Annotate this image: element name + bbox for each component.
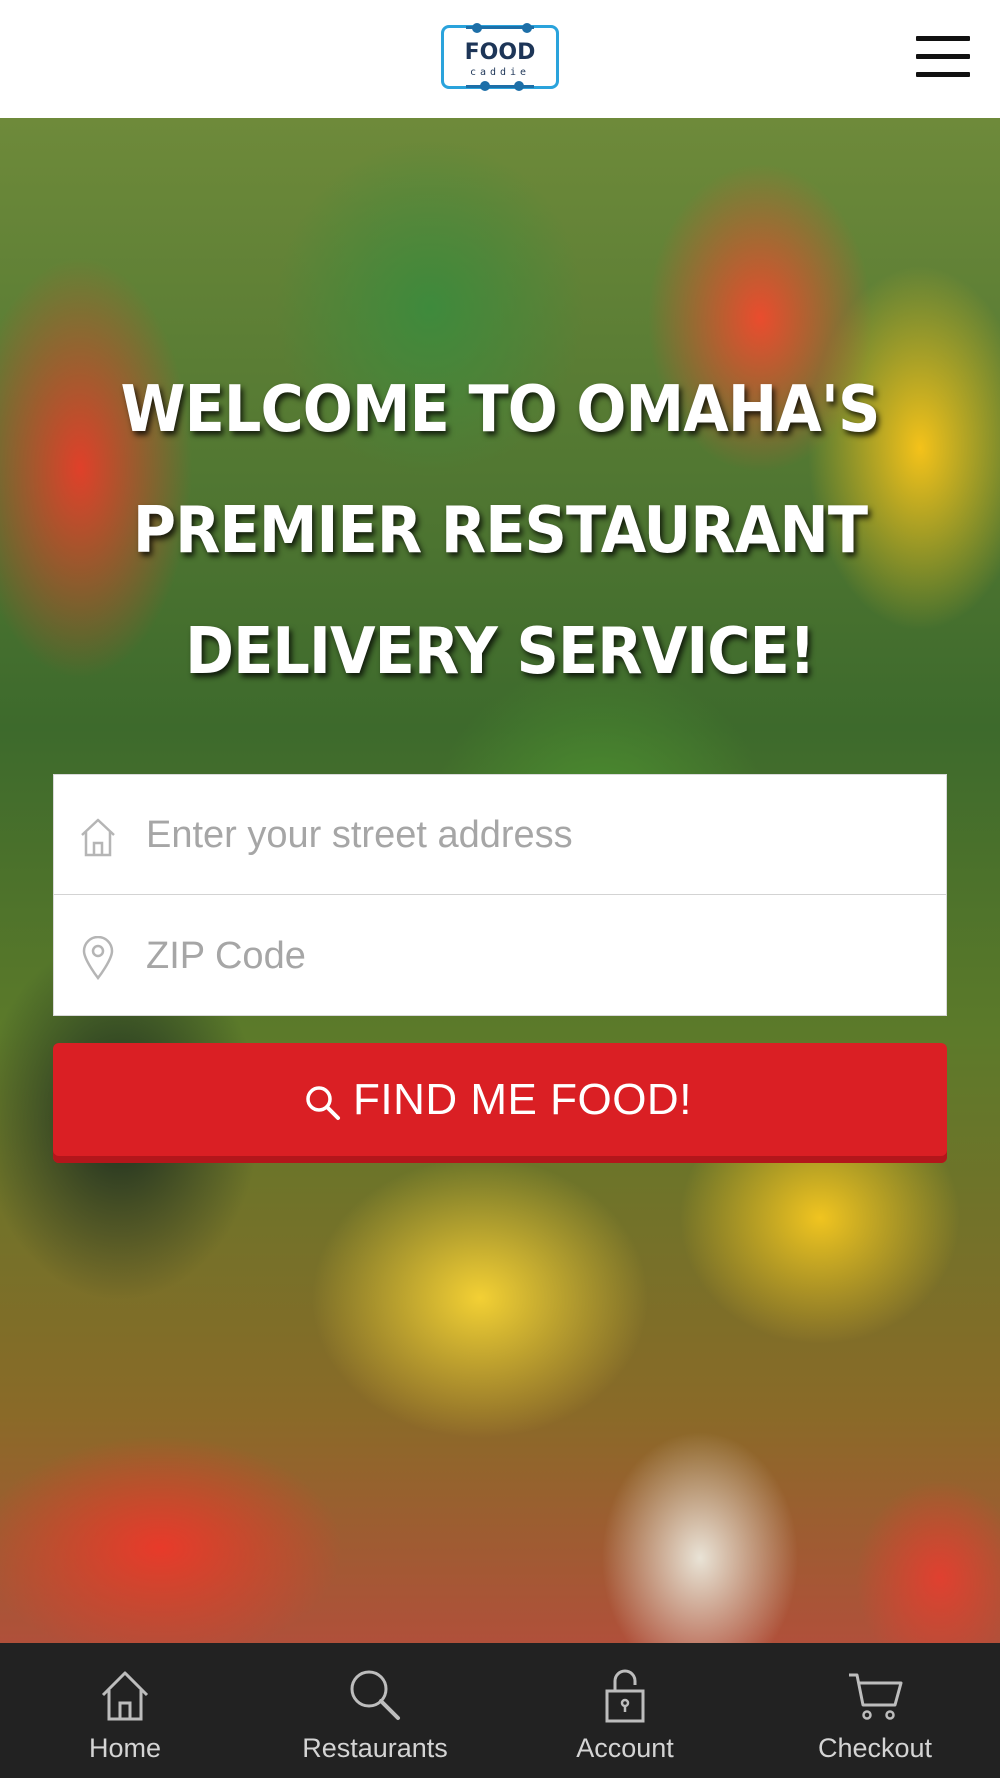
nav-label-home: Home: [88, 1733, 162, 1763]
address-form: [53, 774, 947, 1016]
find-me-food-button[interactable]: FIND ME FOOD!: [53, 1043, 947, 1163]
address-field-row: [54, 775, 946, 895]
headline-line-1: WELCOME TO OMAHA'S: [120, 373, 881, 447]
zip-field-row: [54, 896, 946, 1016]
nav-item-restaurants[interactable]: Restaurants: [250, 1643, 500, 1778]
app-header: FOOD caddie: [0, 0, 1000, 118]
street-address-input[interactable]: [146, 805, 926, 865]
nav-item-home[interactable]: Home: [0, 1643, 250, 1778]
logo-dot: [480, 81, 490, 91]
headline-line-2: PREMIER RESTAURANT: [132, 494, 868, 568]
search-icon: [306, 1086, 340, 1120]
hero-background: WELCOME TO OMAHA'S PREMIER RESTAURANT DE…: [0, 118, 1000, 1643]
home-icon: [101, 1671, 149, 1721]
logo-dot: [522, 23, 532, 33]
nav-item-checkout[interactable]: Checkout: [750, 1643, 1000, 1778]
nav-label-checkout: Checkout: [817, 1733, 933, 1763]
logo-dot: [472, 23, 482, 33]
bottom-navigation: Home Restaurants Account Checkout: [0, 1643, 1000, 1778]
zip-code-input[interactable]: [146, 926, 926, 986]
home-icon: [81, 818, 115, 857]
logo-dot: [514, 81, 524, 91]
shopping-cart-icon: [849, 1673, 903, 1720]
search-icon: [350, 1670, 400, 1720]
nav-label-restaurants: Restaurants: [302, 1733, 448, 1763]
headline-line-3: DELIVERY SERVICE!: [185, 615, 816, 689]
food-caddie-logo[interactable]: FOOD caddie: [441, 23, 559, 91]
nav-label-account: Account: [576, 1733, 674, 1763]
find-button-label: FIND ME FOOD!: [353, 1075, 692, 1124]
logo-subtitle: caddie: [469, 67, 531, 78]
unlocked-padlock-icon: [605, 1669, 645, 1723]
hamburger-menu-icon[interactable]: [916, 36, 970, 78]
hero-headline: WELCOME TO OMAHA'S PREMIER RESTAURANT DE…: [77, 350, 923, 713]
nav-item-account[interactable]: Account: [500, 1643, 750, 1778]
location-pin-icon: [82, 936, 114, 980]
logo-wordmark: FOOD: [464, 40, 536, 65]
